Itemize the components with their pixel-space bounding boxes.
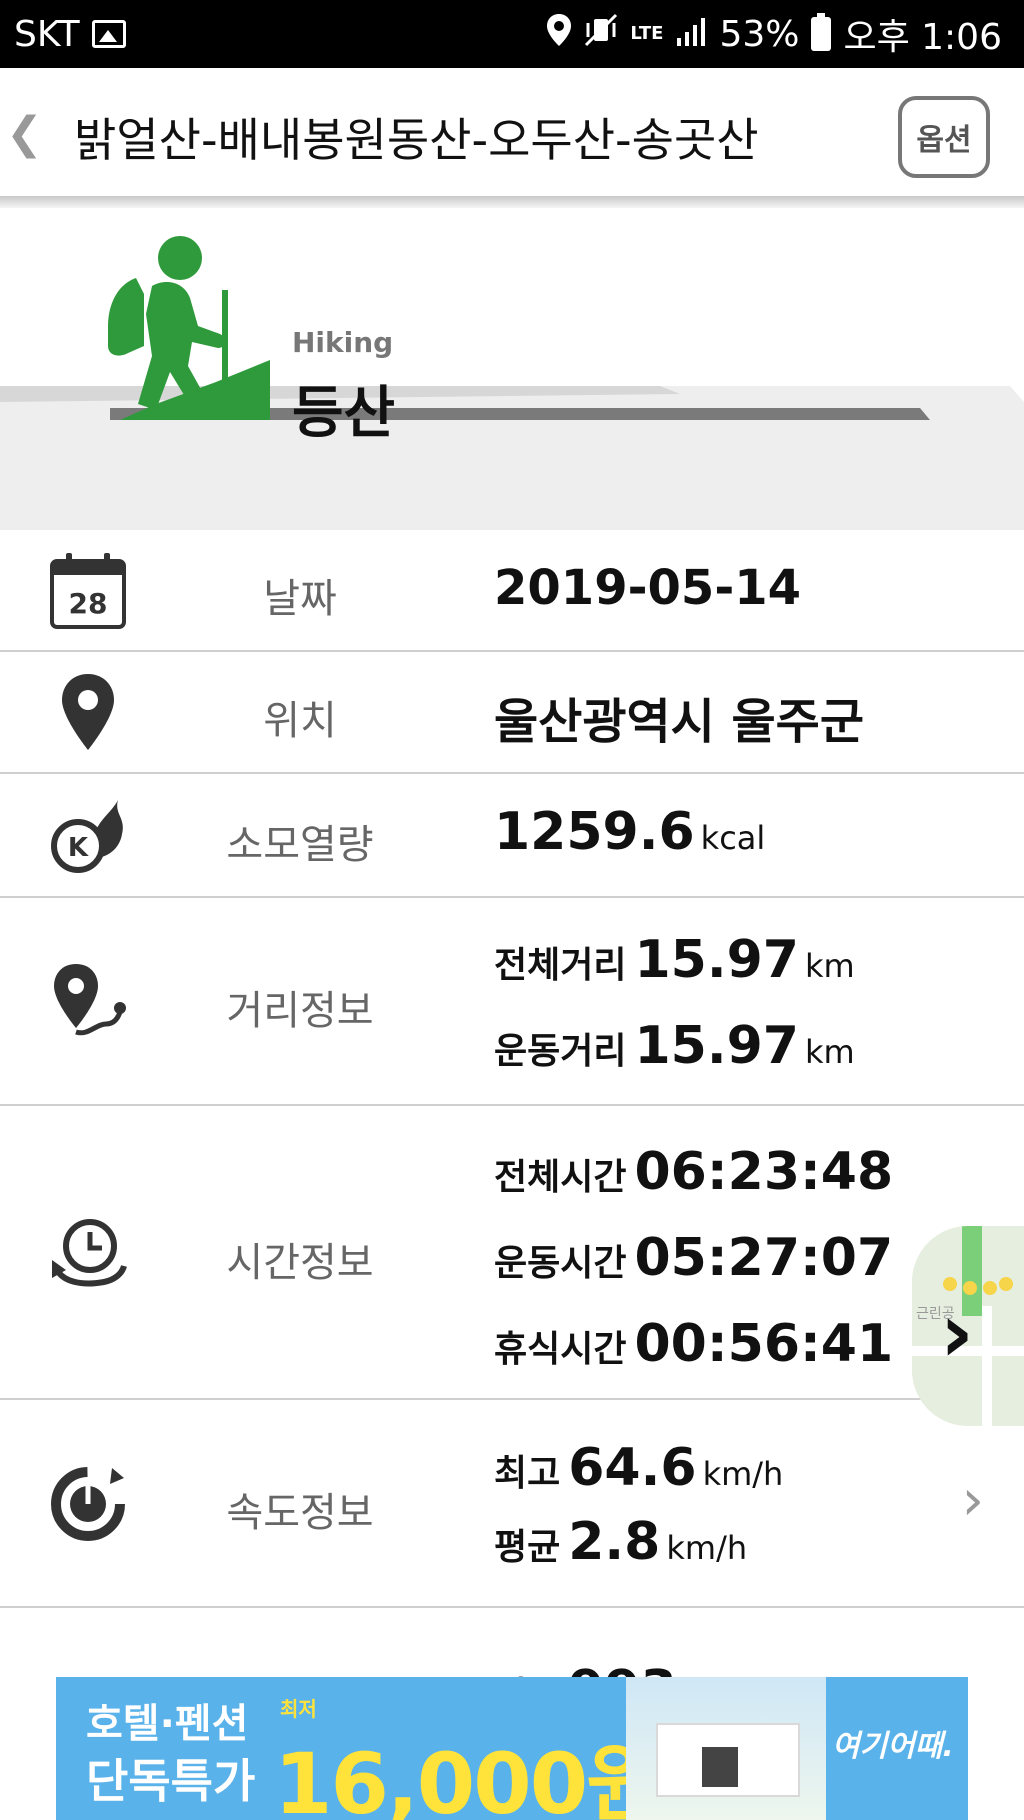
map-thumbnail-button[interactable]: 근린공 › — [912, 1226, 1024, 1426]
info-row-time: 시간정보 전체시간 06:23:48 운동시간 05:27:07 휴식시간 00:56… — [0, 1106, 1024, 1400]
activity-title: 등산 — [292, 381, 396, 446]
app-bar-shadow — [0, 196, 1024, 208]
activity-header: Hiking 등산 — [0, 208, 1024, 530]
battery-icon — [811, 13, 832, 51]
ad-banner[interactable]: 호텔·펜션 단독특가 최저 16,000원~ 여기어때. — [56, 1677, 968, 1820]
rest-time-label: 휴식시간 — [494, 1329, 627, 1370]
clock-icon — [48, 1212, 128, 1292]
options-button[interactable]: 옵션 — [898, 96, 990, 178]
calories-label: 소모열량 — [226, 822, 374, 868]
moving-time-label: 운동시간 — [494, 1243, 627, 1284]
calories-unit: kcal — [700, 819, 766, 857]
speed-label: 속도정보 — [226, 1490, 374, 1536]
clock-time: 오후 1:06 — [843, 17, 1002, 58]
max-speed-label: 최고 — [494, 1453, 561, 1494]
avg-speed-unit: km/h — [666, 1529, 748, 1567]
ad-line2: 단독특가 — [86, 1754, 256, 1808]
max-speed-value: 64.6 — [568, 1438, 697, 1498]
route-pin-icon — [48, 962, 128, 1042]
avg-speed-line: 평균 2.8 km/h — [494, 1512, 747, 1572]
battery-percent: 53% — [719, 13, 800, 55]
calorie-flame-icon: K — [48, 796, 128, 876]
calendar-icon: 28 — [48, 551, 128, 631]
location-pin-icon — [48, 672, 128, 752]
moving-distance-line: 운동거리 15.97 km — [494, 1016, 855, 1076]
back-button[interactable]: ❮ — [6, 108, 43, 159]
svg-text:K: K — [68, 833, 89, 863]
moving-distance-value: 15.97 — [634, 1016, 799, 1076]
moving-distance-label: 운동거리 — [494, 1031, 627, 1072]
total-distance-unit: km — [804, 947, 855, 985]
page-title: 밝얼산-배내봉원동산-오두산-송곳산 — [74, 113, 759, 167]
info-row-calories: K 소모열량 1259.6 kcal — [0, 774, 1024, 898]
info-row-distance: 거리정보 전체거리 15.97 km 운동거리 15.97 km — [0, 898, 1024, 1106]
avg-speed-value: 2.8 — [568, 1512, 661, 1572]
svg-text:28: 28 — [69, 587, 108, 620]
total-distance-line: 전체거리 15.97 km — [494, 930, 855, 990]
info-row-location: 위치 울산광역시 울주군 — [0, 652, 1024, 774]
status-right: LTE 53% 오후 1:06 — [546, 0, 1002, 68]
total-time-line: 전체시간 06:23:48 — [494, 1142, 893, 1202]
image-notification-icon — [91, 20, 126, 48]
chevron-right-icon[interactable]: › — [962, 1468, 984, 1533]
info-row-speed[interactable]: 속도정보 최고 64.6 km/h 평균 2.8 km/h › — [0, 1400, 1024, 1608]
ad-line1: 호텔·펜션 — [86, 1701, 249, 1747]
speedometer-icon — [48, 1464, 128, 1544]
rest-time-value: 00:56:41 — [634, 1314, 894, 1374]
signal-icon — [675, 14, 707, 55]
app-bar: ❮ 밝얼산-배내봉원동산-오두산-송곳산 옵션 — [0, 68, 1024, 200]
total-distance-label: 전체거리 — [494, 945, 627, 986]
status-left: SKT — [14, 0, 126, 68]
ad-house-image — [626, 1677, 826, 1820]
moving-time-line: 운동시간 05:27:07 — [494, 1228, 893, 1288]
distance-label: 거리정보 — [226, 988, 374, 1034]
date-label: 날짜 — [263, 576, 337, 622]
calories-value: 1259.6 — [494, 802, 695, 862]
moving-time-value: 05:27:07 — [634, 1228, 894, 1288]
vibrate-mute-icon — [584, 13, 618, 56]
date-value: 2019-05-14 — [494, 560, 802, 616]
max-speed-line: 최고 64.6 km/h — [494, 1438, 783, 1498]
max-speed-unit: km/h — [702, 1455, 784, 1493]
total-time-value: 06:23:48 — [634, 1142, 894, 1202]
location-status-icon — [546, 13, 572, 56]
total-distance-value: 15.97 — [634, 930, 799, 990]
carrier-label: SKT — [14, 13, 80, 55]
info-row-date: 28 날짜 2019-05-14 — [0, 530, 1024, 652]
total-time-label: 전체시간 — [494, 1157, 627, 1198]
map-open-arrow-icon: › — [940, 1286, 974, 1381]
location-label: 위치 — [263, 698, 337, 744]
hiker-icon — [108, 236, 270, 420]
lte-icon: LTE — [630, 23, 664, 44]
activity-subtitle: Hiking — [292, 326, 394, 359]
location-value: 울산광역시 울주군 — [494, 694, 864, 750]
rest-time-line: 휴식시간 00:56:41 — [494, 1314, 893, 1374]
avg-speed-label: 평균 — [494, 1527, 561, 1568]
calories-value-line: 1259.6 kcal — [494, 802, 765, 862]
moving-distance-unit: km — [804, 1033, 855, 1071]
status-bar: SKT LTE 53% 오후 1:06 — [0, 0, 1024, 68]
time-label: 시간정보 — [226, 1240, 374, 1286]
ad-brand-logo: 여기어때. — [832, 1729, 954, 1764]
